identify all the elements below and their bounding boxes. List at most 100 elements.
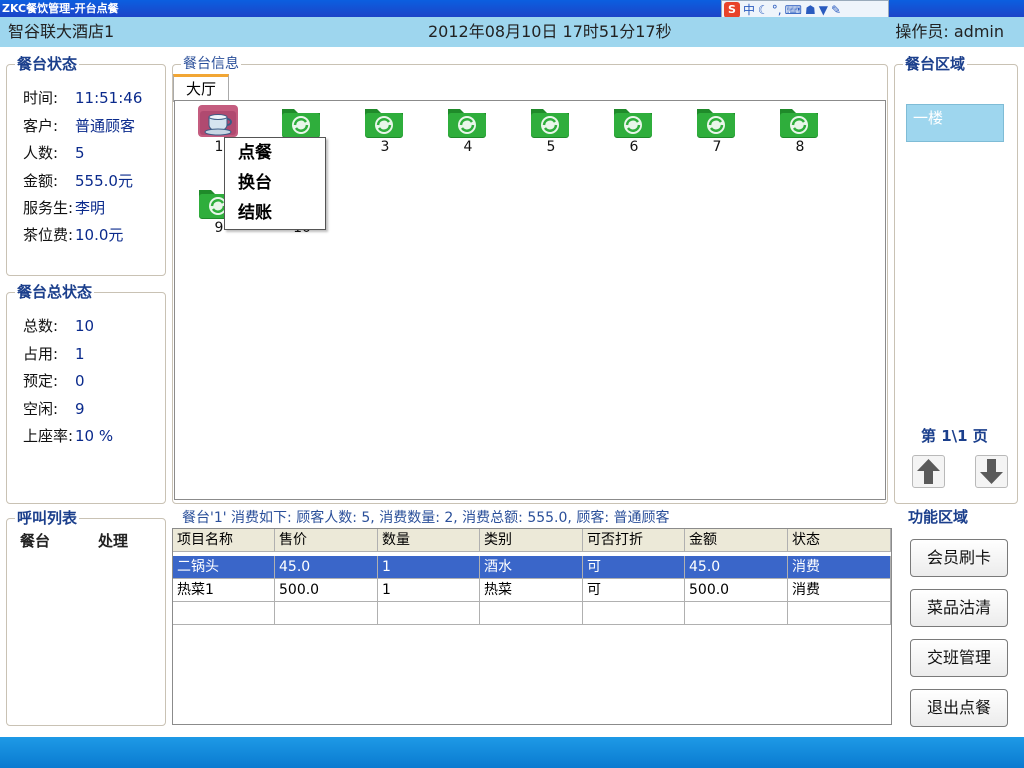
table-row[interactable] xyxy=(173,602,891,625)
moon-icon[interactable]: ☾ xyxy=(758,3,769,17)
folder-recycle-icon xyxy=(614,109,652,138)
teacup-icon xyxy=(198,105,238,137)
summary-row: 上座率: 10 % xyxy=(23,426,113,446)
table_status-key: 金额: xyxy=(23,172,59,190)
orders-grid[interactable]: 项目名称 售价 数量 类别 可否打折 金额 状态 二锅头 45.0 1 酒水可 45.0 消费 热菜1 50… xyxy=(172,528,892,725)
punctuation-icon[interactable]: °, xyxy=(772,3,782,17)
page-up-button[interactable] xyxy=(912,455,945,488)
table_status-row: 人数: 5 xyxy=(23,143,85,163)
column-header[interactable]: 售价 xyxy=(275,529,378,552)
table_status-row: 金额: 555.0元 xyxy=(23,171,133,191)
datetime: 2012年08月10日 17时51分17秒 xyxy=(428,22,672,41)
operator-name: admin xyxy=(953,22,1004,41)
table-item[interactable]: 5 xyxy=(529,103,573,155)
table-cell: 1 xyxy=(378,556,480,579)
area-legend: 餐台区域 xyxy=(903,55,968,73)
table-item[interactable]: 7 xyxy=(695,103,739,155)
summary-legend: 餐台总状态 xyxy=(15,283,95,301)
summary-row: 占用: 1 xyxy=(23,344,85,364)
column-header[interactable]: 金额 xyxy=(685,529,788,552)
exit-ordering-button[interactable]: 退出点餐 xyxy=(910,689,1008,727)
member-card-button[interactable]: 会员刷卡 xyxy=(910,539,1008,577)
table-cell xyxy=(480,602,583,625)
table_status-row: 客户: 普通顾客 xyxy=(23,116,135,136)
table-cell xyxy=(378,602,480,625)
shirt-icon[interactable]: ▼ xyxy=(819,3,828,17)
table_status-value: 李明 xyxy=(75,199,106,217)
table-cell xyxy=(788,602,891,625)
context-menu: 点餐 换台 结账 xyxy=(224,137,326,230)
menu-item-change-table[interactable]: 换台 xyxy=(225,168,325,198)
table-number: 3 xyxy=(380,139,390,155)
page-down-button[interactable] xyxy=(975,455,1008,488)
table-row[interactable]: 热菜1 500.0 1 热菜可 500.0 消费 xyxy=(173,579,891,602)
table-row[interactable]: 二锅头 45.0 1 酒水可 45.0 消费 xyxy=(173,556,891,579)
table_status-value: 10.0元 xyxy=(75,226,124,244)
table_status-value: 普通顾客 xyxy=(75,117,136,135)
table-cell: 1 xyxy=(378,579,480,602)
table-cell: 可 xyxy=(583,579,685,602)
column-header[interactable]: 数量 xyxy=(378,529,480,552)
menu-item-order[interactable]: 点餐 xyxy=(225,138,325,168)
column-header[interactable]: 可否打折 xyxy=(583,529,685,552)
summary-key: 占用: xyxy=(23,345,59,363)
table-item[interactable]: 6 xyxy=(612,103,656,155)
menu-item-checkout[interactable]: 结账 xyxy=(225,198,325,228)
arrow-down-icon xyxy=(980,459,1003,484)
table_status-value: 11:51:46 xyxy=(75,89,143,107)
table-cell xyxy=(685,602,788,625)
operator-label: 操作员: xyxy=(895,22,949,41)
table-header-row: 项目名称 售价 数量 类别 可否打折 金额 状态 xyxy=(173,529,891,552)
table_status-row: 茶位费: 10.0元 xyxy=(23,225,123,245)
table-cell: 消费 xyxy=(788,556,891,579)
summary-value: 10 xyxy=(75,317,95,335)
operator: 操作员: admin xyxy=(895,17,1004,47)
summary-value: 9 xyxy=(75,400,85,418)
call-list-legend: 呼叫列表 xyxy=(15,509,80,527)
table_status-row: 时间: 11:51:46 xyxy=(23,88,142,108)
table_status-value: 5 xyxy=(75,144,85,162)
summary-panel: 餐台总状态 总数: 10 占用: 1 预定: 0 空闲: 9 上座率: 10 % xyxy=(6,284,166,504)
functions-legend: 功能区域 xyxy=(906,508,971,526)
column-header[interactable]: 项目名称 xyxy=(173,529,275,552)
table-number: 8 xyxy=(795,139,805,155)
summary-row: 预定: 0 xyxy=(23,371,85,391)
table-cell: 二锅头 xyxy=(173,556,275,579)
page-indicator: 第 1\1 页 xyxy=(921,427,988,445)
folder-recycle-icon xyxy=(365,109,403,138)
ime-mode-label[interactable]: 中 xyxy=(743,1,755,18)
status-bar xyxy=(0,737,1024,768)
arrow-up-icon xyxy=(917,459,940,484)
table-cell: 酒水 xyxy=(480,556,583,579)
summary-key: 总数: xyxy=(23,317,59,335)
table-cell xyxy=(583,602,685,625)
shift-handover-button[interactable]: 交班管理 xyxy=(910,639,1008,677)
table-info-legend: 餐台信息 xyxy=(181,56,241,73)
summary-value: 10 % xyxy=(75,427,114,445)
keyboard-icon[interactable]: ⌨ xyxy=(785,3,802,17)
table-item[interactable]: 8 xyxy=(778,103,822,155)
header-bar: 智谷联大酒店1 2012年08月10日 17时51分17秒 操作员: admin xyxy=(0,17,1024,47)
user-icon[interactable]: ☗ xyxy=(805,3,816,17)
table-cell: 45.0 xyxy=(275,556,378,579)
wrench-icon[interactable]: ✎ xyxy=(831,3,841,17)
dish-soldout-button[interactable]: 菜品沽清 xyxy=(910,589,1008,627)
zone-item-first-floor[interactable]: 一楼 xyxy=(906,104,1004,142)
column-header[interactable]: 状态 xyxy=(788,529,891,552)
hotel-name: 智谷联大酒店1 xyxy=(8,22,115,41)
call-list-header: 餐台 处理 xyxy=(8,530,160,551)
table-number: 7 xyxy=(712,139,722,155)
table_status-key: 茶位费: xyxy=(23,226,74,244)
summary-value: 1 xyxy=(75,345,85,363)
table-cell xyxy=(173,602,275,625)
summary-row: 空闲: 9 xyxy=(23,399,85,419)
folder-recycle-icon xyxy=(697,109,735,138)
table-item[interactable]: 4 xyxy=(446,103,490,155)
call-col-handle[interactable]: 处理 xyxy=(98,530,128,551)
tab-hall[interactable]: 大厅 xyxy=(173,74,229,102)
call-col-table[interactable]: 餐台 xyxy=(20,530,50,551)
column-header[interactable]: 类别 xyxy=(480,529,583,552)
table-item[interactable]: 3 xyxy=(363,103,407,155)
table_status-key: 人数: xyxy=(23,144,59,162)
sogou-logo-icon[interactable]: S xyxy=(724,1,740,18)
